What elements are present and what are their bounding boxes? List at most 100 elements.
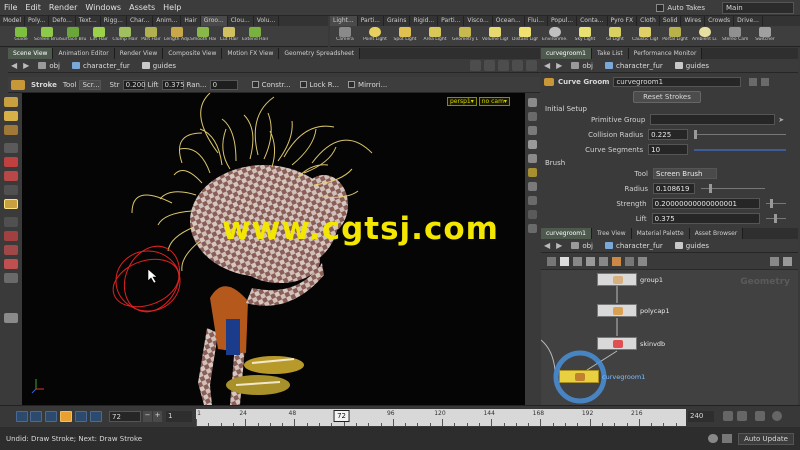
display-options-icon[interactable] [528,98,537,107]
shelf-tab[interactable]: Rigid... [410,16,439,26]
desktop-select[interactable]: Main [722,1,794,14]
shelf-tool-stereo-camera[interactable]: Stereo Cam... [720,26,750,46]
scale-icon[interactable] [4,185,18,195]
back-arrow-icon[interactable]: ◀ [544,241,550,250]
shelf-tool-sky-light[interactable]: Sky Light [570,26,600,46]
stroke-tool-active-icon[interactable] [4,199,18,209]
shelf-tool-gi-light[interactable]: GI Light [600,26,630,46]
light-icon[interactable] [528,168,537,177]
menu-assets[interactable]: Assets [129,3,155,12]
shelf-tab[interactable]: Crowds [705,16,735,26]
shelf-tab[interactable]: Conta... [577,16,608,26]
shelf-tool-spot-light[interactable]: Spot Light [390,26,420,46]
shelf-tool-area-light[interactable]: Area Light [420,26,450,46]
shelf-tool-caustic-light[interactable]: Caustic Light [630,26,660,46]
radius-slider[interactable] [701,184,765,193]
shelf-tool-guide[interactable]: Guide [8,26,34,46]
shelf-tab[interactable]: Hair [181,16,201,26]
shelf-tab[interactable]: Solid [660,16,682,26]
menu-icon[interactable] [783,257,792,266]
step-forward-icon[interactable] [90,411,102,422]
shelf-tool-screen-brush[interactable]: Screen Brush [34,26,60,46]
list-view-icon[interactable] [560,257,569,266]
menu-render[interactable]: Render [49,3,77,12]
shelf-tab[interactable]: Pyro FX [608,16,638,26]
tab-take-list[interactable]: Take List [591,48,629,59]
shelf-tab[interactable]: Model [0,16,26,26]
grid-snap-icon[interactable] [599,257,608,266]
menu-file[interactable]: File [4,3,17,12]
update-mode-icon[interactable] [722,434,732,443]
rotate-icon[interactable] [4,171,18,181]
grid-icon[interactable] [528,196,537,205]
shelf-tab[interactable]: Anim... [153,16,182,26]
color-palette-icon[interactable] [612,257,621,266]
shelf-tab[interactable]: Drive... [734,16,763,26]
forward-arrow-icon[interactable]: ▶ [23,61,29,70]
normals-icon[interactable] [528,210,537,219]
auto-update-select[interactable]: Auto Update [738,432,794,445]
shelf-tool-geometry-light[interactable]: Geometry L... [450,26,480,46]
shelf-tool-lift-hair[interactable]: Lift Hair [86,26,112,46]
snap-point-icon[interactable] [4,231,18,241]
menu-help[interactable]: Help [163,3,181,12]
random-field[interactable]: 0 [209,79,238,90]
shelf-tool-part-hair[interactable]: Part Hair [138,26,164,46]
network-editor[interactable]: Geometry group1 polycap1 skinvdb curvegr… [541,270,798,405]
stop-icon[interactable] [60,411,72,422]
path-guides[interactable]: guides [136,62,182,70]
primitive-group-field[interactable] [650,114,776,125]
current-frame-marker[interactable]: 72 [333,410,351,422]
path-character-fur[interactable]: character_fur [599,242,669,250]
shelf-tool-clump-hair[interactable]: Clump Hair [112,26,138,46]
tab-curvegroom1[interactable]: curvegroom1 [541,48,592,59]
keyframe-icon[interactable] [737,411,747,421]
handle-tool-icon[interactable] [4,125,18,135]
shelf-tool-extend-hair[interactable]: Extend Hair [242,26,268,46]
path-character-fur[interactable]: character_fur [66,62,136,70]
start-frame-field[interactable]: 1 [166,411,192,422]
path-obj[interactable]: obj [32,62,66,70]
back-arrow-icon[interactable]: ◀ [544,61,550,70]
wireframe-icon[interactable] [528,140,537,149]
step-back-icon[interactable] [30,411,42,422]
tab-motion-fx-view[interactable]: Motion FX View [222,48,280,59]
perspective-menu[interactable]: persp1▾ [447,97,477,106]
select-tool-icon[interactable] [4,97,18,107]
dots-icon[interactable] [770,257,779,266]
shelf-tab[interactable]: Clou... [228,16,254,26]
strength-field[interactable]: 0.200 [122,79,146,90]
shelf-tool-smooth-hair[interactable]: Smooth Hair [190,26,216,46]
path-guides[interactable]: guides [669,242,715,250]
key-icon[interactable] [723,411,733,421]
tab-curvegroom1[interactable]: curvegroom1 [541,228,592,239]
shelf-tab[interactable]: Visco... [464,16,493,26]
settings-icon[interactable] [772,411,782,421]
tab-performance-monitor[interactable]: Performance Monitor [628,48,703,59]
shading-icon[interactable] [528,126,537,135]
shelf-tab-lights[interactable]: Light... [330,16,358,26]
shelf-tab-grooming[interactable]: Groo... [200,16,228,26]
camera-menu[interactable]: no cam▾ [478,97,510,106]
link-icon[interactable] [484,60,495,71]
tab-material-palette[interactable]: Material Palette [631,228,690,239]
path-character-fur[interactable]: character_fur [599,62,669,70]
node-polycap1[interactable] [597,304,637,317]
tab-scene-view[interactable]: Scene View [8,48,54,59]
menu-edit[interactable]: Edit [25,3,41,12]
current-frame-field[interactable]: 72 [109,411,141,422]
lift-field[interactable]: 0.375 [651,213,761,224]
frame-increment-button[interactable]: + [153,411,162,422]
magnet-icon[interactable] [4,259,18,269]
shelf-tab[interactable]: Text... [76,16,101,26]
curve-segments-field[interactable]: 10 [648,144,689,155]
menu-windows[interactable]: Windows [85,3,121,12]
tab-asset-browser[interactable]: Asset Browser [689,228,744,239]
shelf-tab[interactable]: Parti... [438,16,465,26]
path-obj[interactable]: obj [565,242,599,250]
shelf-tab[interactable]: Char... [127,16,154,26]
camera-icon[interactable] [498,60,509,71]
shelf-tool-camera[interactable]: Camera [330,26,360,46]
shelf-tab[interactable]: Flui... [525,16,548,26]
mirror-checkbox[interactable] [348,81,356,88]
